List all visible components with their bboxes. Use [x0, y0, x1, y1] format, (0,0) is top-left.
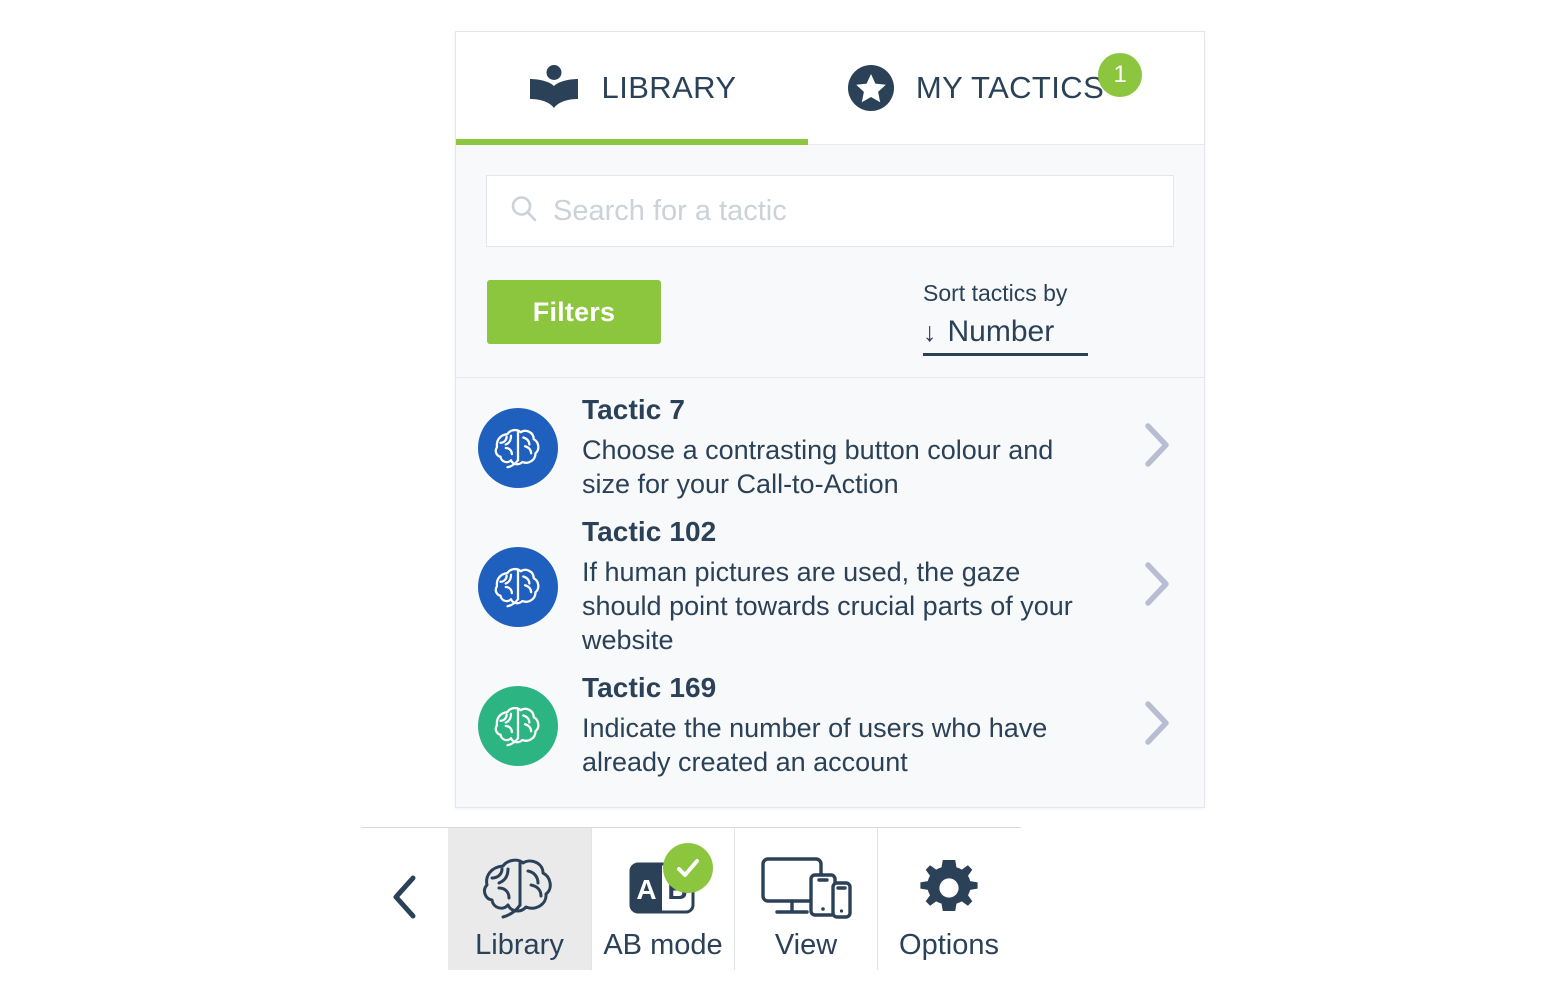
tab-my-tactics-label: MY TACTICS: [915, 70, 1105, 105]
tactic-description: If human pictures are used, the gaze sho…: [582, 556, 1073, 656]
tab-library[interactable]: LIBRARY: [456, 32, 808, 144]
search-input[interactable]: [553, 194, 1151, 228]
chevron-right-icon[interactable]: [1140, 420, 1174, 475]
list-controls: Filters Sort tactics by ↓ Number: [486, 247, 1174, 377]
sort-direction-arrow-icon: ↓: [923, 316, 937, 347]
bottom-toolbar: Library A B AB mode: [361, 827, 1021, 970]
tactic-text: Tactic 102 If human pictures are used, t…: [582, 516, 1140, 658]
toolbar-item-library-label: Library: [475, 929, 564, 961]
tactics-panel: LIBRARY MY TACTICS 1 Search for a tactic…: [455, 31, 1205, 808]
sort-select[interactable]: ↓ Number: [923, 315, 1088, 356]
chevron-left-icon: [390, 872, 420, 927]
table-row[interactable]: Tactic 169 Indicate the number of users …: [456, 656, 1204, 795]
chevron-right-icon[interactable]: [1140, 698, 1174, 753]
toolbar-item-options[interactable]: Options: [877, 828, 1020, 970]
check-circle-icon: [663, 843, 713, 893]
sort-control: Sort tactics by ↓ Number: [923, 280, 1173, 356]
brain-outline-icon: [477, 849, 563, 927]
tactic-title: Tactic 102: [582, 515, 717, 547]
tactic-description: Choose a contrasting button colour and s…: [582, 434, 1054, 499]
toolbar-item-view-label: View: [774, 929, 838, 961]
sort-value: Number: [947, 315, 1055, 348]
table-row[interactable]: Tactic 102 If human pictures are used, t…: [456, 516, 1204, 658]
brain-icon: [478, 407, 558, 488]
gear-icon: [918, 849, 980, 927]
tab-my-tactics[interactable]: MY TACTICS 1: [808, 32, 1204, 144]
toolbar-item-ab-mode[interactable]: A B AB mode: [591, 828, 734, 970]
tactic-text: Tactic 7 Choose a contrasting button col…: [582, 394, 1140, 502]
toolbar-item-library[interactable]: Library: [448, 828, 591, 970]
star-circle-icon: [847, 65, 894, 111]
tab-bar: LIBRARY MY TACTICS 1: [456, 32, 1204, 145]
svg-text:A: A: [636, 874, 656, 905]
search-box[interactable]: [486, 175, 1174, 247]
brain-icon: [478, 685, 558, 766]
sort-label: Sort tactics by: [923, 280, 1068, 306]
tactic-description: Indicate the number of users who have al…: [582, 712, 1048, 777]
table-row[interactable]: Tactic 7 Choose a contrasting button col…: [456, 378, 1204, 517]
toolbar-item-ab-mode-label: AB mode: [603, 929, 723, 961]
ab-split-icon: A B: [627, 843, 713, 927]
tactic-text: Tactic 169 Indicate the number of users …: [582, 672, 1140, 780]
filters-button[interactable]: Filters: [487, 280, 661, 344]
toolbar-item-options-label: Options: [899, 929, 999, 961]
open-book-reader-icon: [528, 65, 580, 111]
devices-icon: [759, 849, 853, 927]
my-tactics-count-badge: 1: [1098, 53, 1143, 97]
tactic-title: Tactic 169: [582, 671, 717, 703]
tactic-list: Tactic 7 Choose a contrasting button col…: [456, 377, 1204, 795]
chevron-right-icon[interactable]: [1140, 559, 1174, 614]
active-tab-underline: [456, 139, 808, 145]
back-button[interactable]: [361, 828, 448, 970]
brain-icon: [478, 546, 558, 627]
search-icon: [509, 194, 539, 229]
tactic-title: Tactic 7: [582, 393, 685, 425]
toolbar-item-view[interactable]: View: [734, 828, 877, 970]
tab-library-label: LIBRARY: [601, 70, 737, 105]
search-area: Filters Sort tactics by ↓ Number: [456, 145, 1204, 377]
